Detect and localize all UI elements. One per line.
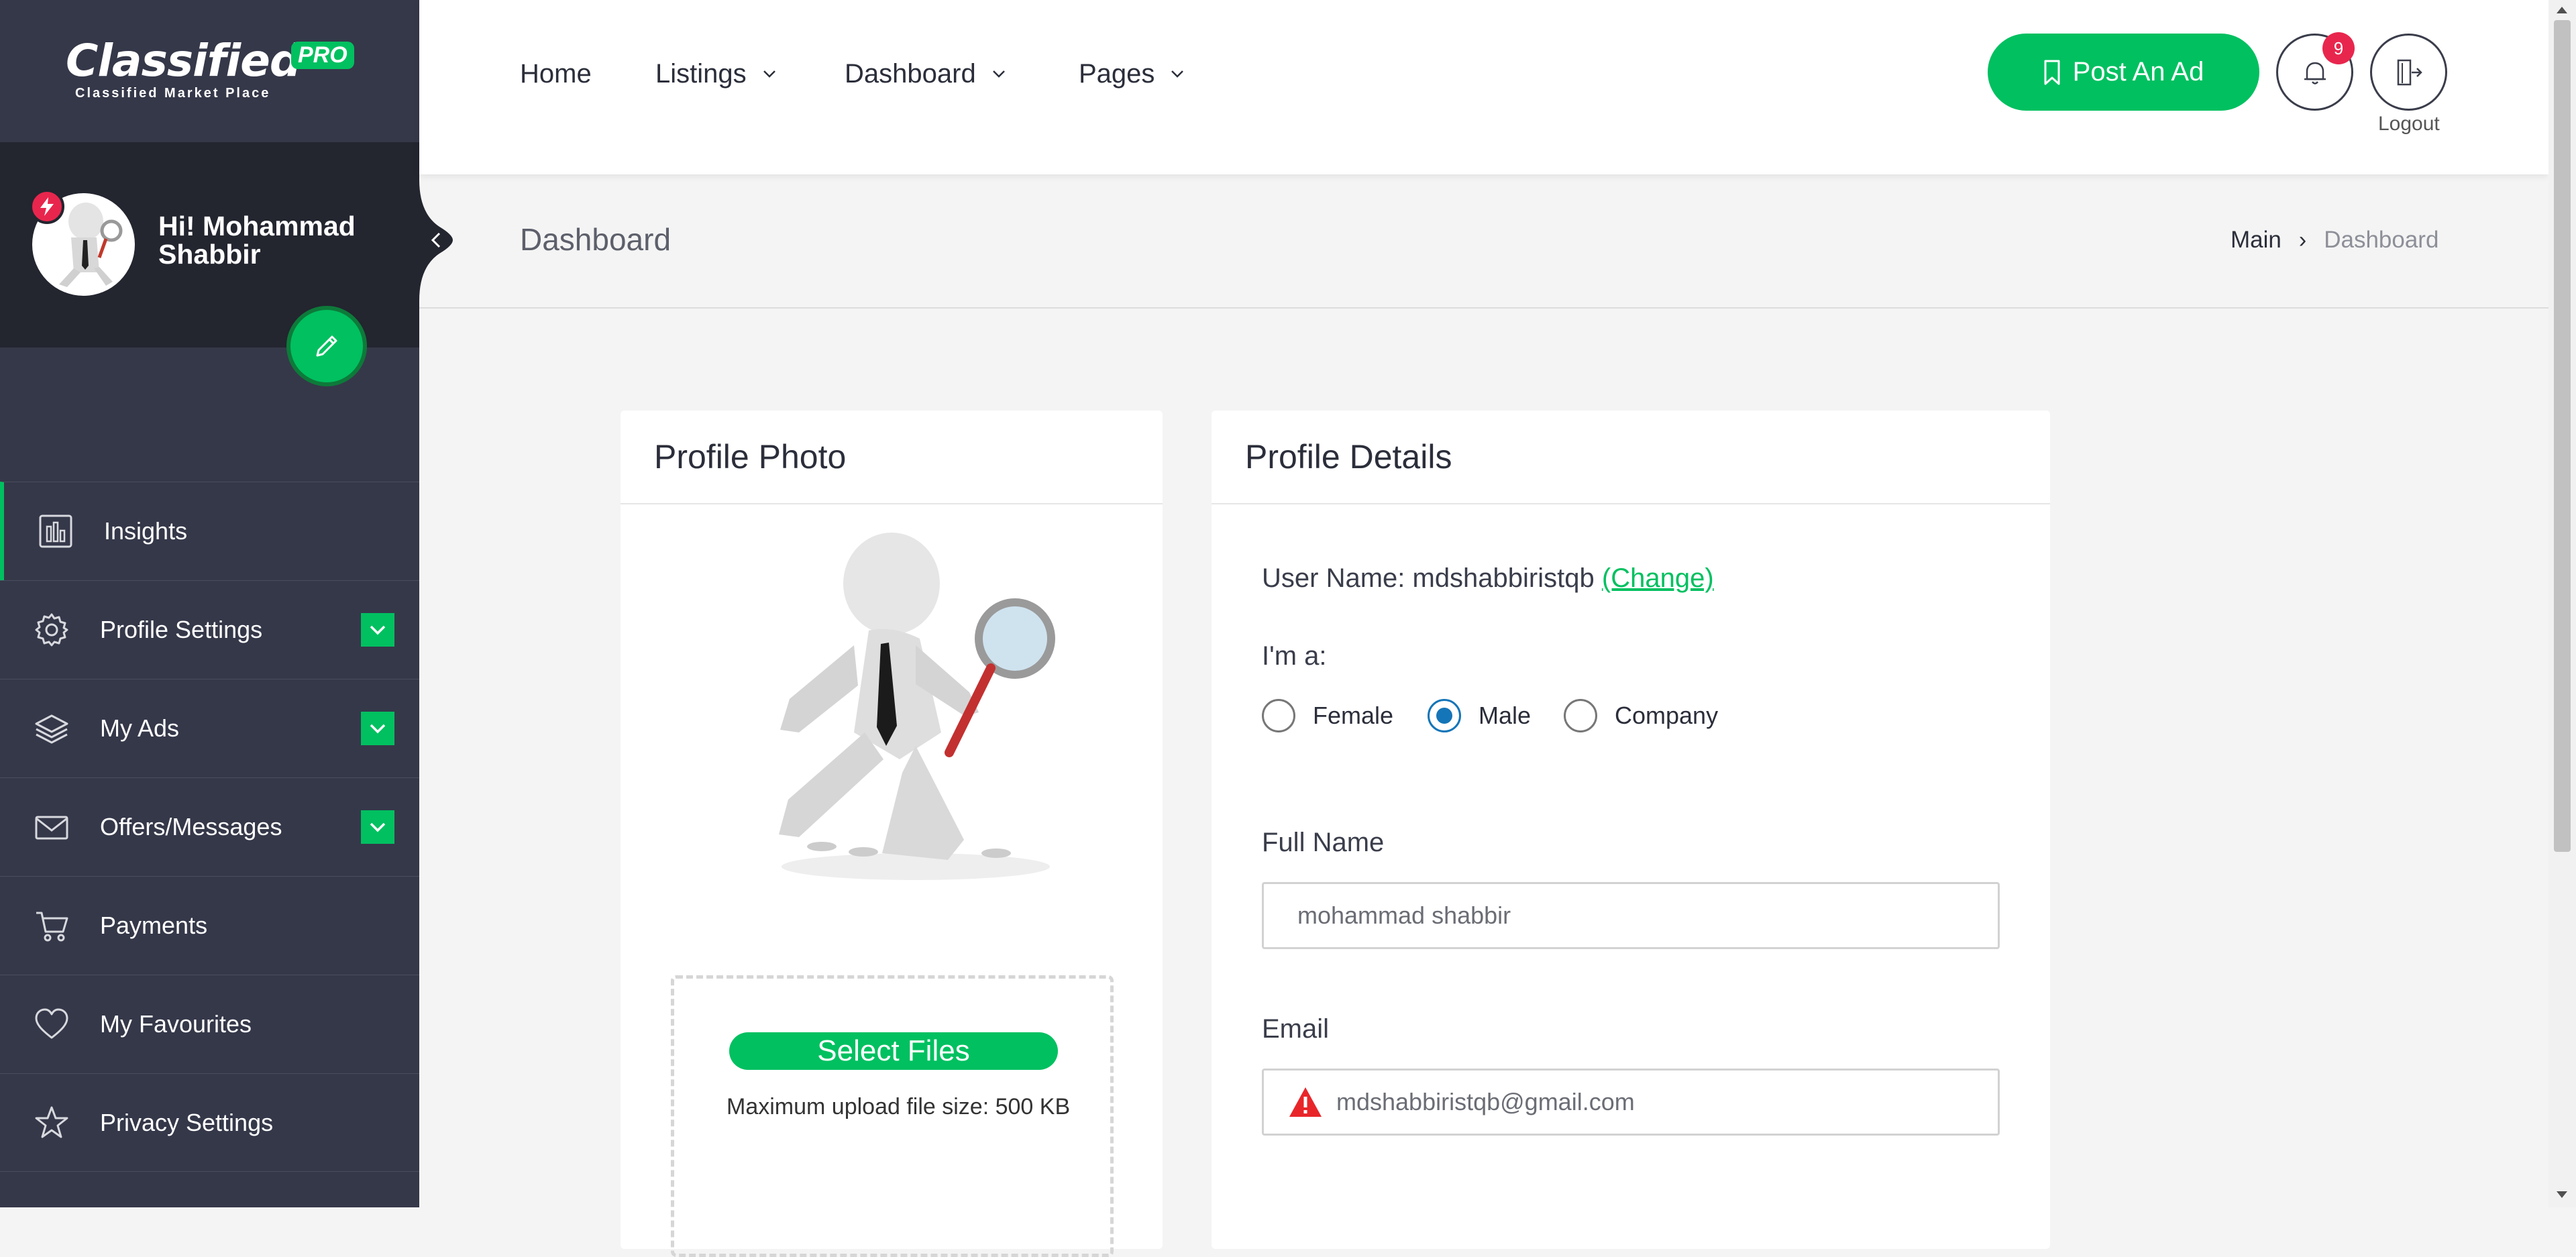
logout-label[interactable]: Logout	[2378, 113, 2440, 135]
radio-female[interactable]: Female	[1262, 699, 1393, 732]
chevron-down-icon	[763, 70, 775, 78]
email-label: Email	[1262, 1014, 1330, 1044]
page-title: Dashboard	[520, 222, 672, 257]
sidebar-item-label: Offers/Messages	[100, 813, 282, 840]
nav-listings[interactable]: Listings	[655, 54, 777, 94]
max-upload-size-text: Maximum upload file size: 500 KB	[727, 1094, 1071, 1119]
change-username-link[interactable]: (Change)	[1602, 563, 1714, 593]
nav-label: Dashboard	[845, 58, 976, 89]
fullname-input[interactable]: mohammad shabbir	[1262, 882, 2000, 949]
username-row: User Name: mdshabbiristqb (Change)	[1262, 563, 1714, 594]
scroll-up-arrow-icon[interactable]	[2557, 7, 2567, 13]
logo-wordmark: Classified	[66, 35, 301, 87]
sidebar-item-my-favourites[interactable]: My Favourites	[0, 975, 419, 1073]
sidebar-item-label: Privacy Settings	[100, 1108, 274, 1136]
page-scrollbar[interactable]	[2548, 0, 2576, 1207]
envelope-icon	[35, 816, 68, 840]
heart-icon	[35, 1008, 68, 1039]
logo-area: Classified PRO Classified Market Place	[0, 0, 419, 142]
warning-icon	[1289, 1087, 1322, 1117]
post-ad-label: Post An Ad	[2072, 57, 2204, 87]
layers-icon	[35, 714, 68, 744]
nav-label: Listings	[655, 58, 747, 89]
gear-icon	[35, 613, 68, 647]
lightning-icon	[30, 189, 64, 224]
sidebar-item-label: Insights	[104, 517, 188, 545]
cart-icon	[36, 912, 68, 942]
email-value: mdshabbiristqb@gmail.com	[1336, 1088, 1635, 1115]
logout-button[interactable]	[2370, 34, 2447, 111]
username-label: User Name: mdshabbiristqb	[1262, 563, 1595, 593]
nav-home[interactable]: Home	[520, 54, 592, 94]
page-header: Dashboard Main › Dashboard	[419, 174, 2548, 309]
profile-details-card: Profile Details User Name: mdshabbiristq…	[1212, 411, 2050, 1249]
sidebar-item-offers-messages[interactable]: Offers/Messages	[0, 777, 419, 876]
logo-pro-badge: PRO	[291, 42, 354, 70]
nav-label: Home	[520, 58, 592, 89]
email-input[interactable]: mdshabbiristqb@gmail.com	[1262, 1069, 2000, 1136]
chevron-down-icon	[1171, 70, 1184, 78]
file-dropzone[interactable]: Select Files Maximum upload file size: 5…	[671, 975, 1114, 1257]
logo-tagline: Classified Market Place	[75, 86, 271, 101]
radio-male[interactable]: Male	[1428, 699, 1531, 732]
logout-door-icon	[2397, 59, 2422, 85]
radio-label: Company	[1615, 702, 1719, 729]
chevron-down-icon	[370, 724, 386, 734]
breadcrumb-main-link[interactable]: Main	[2231, 227, 2282, 254]
profile-photo-image	[779, 533, 1055, 880]
profile-photo-card: Profile Photo Select Files Maximum uploa…	[621, 411, 1163, 1257]
sidebar-profile: Hi! Mohammad Shabbir	[0, 142, 419, 386]
profile-photo-title: Profile Photo	[621, 411, 1163, 504]
sidebar-item-label: Profile Settings	[100, 616, 263, 643]
user-greeting: Hi! Mohammad Shabbir	[158, 211, 356, 270]
breadcrumb-current: Dashboard	[2324, 227, 2439, 253]
star-icon	[35, 1106, 68, 1138]
sidebar-item-profile-settings[interactable]: Profile Settings	[0, 580, 419, 679]
sidebar-item-insights[interactable]: Insights	[0, 482, 419, 580]
breadcrumb: Main › Dashboard	[2231, 227, 2438, 254]
sidebar-item-label: My Favourites	[100, 1010, 252, 1038]
nav-label: Pages	[1079, 58, 1155, 89]
edit-profile-button[interactable]	[286, 306, 367, 386]
notification-count-badge: 9	[2322, 32, 2355, 64]
expand-toggle[interactable]	[361, 613, 394, 647]
nav-dashboard[interactable]: Dashboard	[845, 54, 1007, 94]
radio-label: Female	[1313, 702, 1394, 729]
brand-logo[interactable]: Classified PRO Classified Market Place	[66, 35, 354, 101]
radio-button[interactable]	[1262, 699, 1295, 732]
scroll-down-arrow-icon[interactable]	[2557, 1191, 2567, 1198]
sidebar-item-my-ads[interactable]: My Ads	[0, 679, 419, 777]
nav-pages[interactable]: Pages	[1079, 54, 1185, 94]
bar-chart-icon	[39, 514, 72, 548]
sidebar-item-label: My Ads	[100, 714, 180, 742]
bell-icon	[2304, 62, 2326, 85]
sidebar: Classified PRO Classified Market Place H…	[0, 0, 453, 1207]
top-header: Home Listings Dashboard Pages Post An Ad…	[419, 0, 2548, 174]
fullname-value: mohammad shabbir	[1297, 901, 1511, 929]
fullname-label: Full Name	[1262, 828, 1385, 857]
bookmark-icon	[2044, 60, 2060, 85]
radio-label: Male	[1479, 702, 1532, 729]
breadcrumb-separator: ›	[2298, 227, 2307, 253]
radio-button[interactable]	[1564, 699, 1597, 732]
post-ad-button[interactable]: Post An Ad	[1988, 34, 2259, 111]
chevron-down-icon	[992, 70, 1005, 78]
gender-label: I'm a:	[1262, 641, 1327, 671]
radio-company[interactable]: Company	[1564, 699, 1718, 732]
select-files-button[interactable]: Select Files	[729, 1032, 1058, 1070]
sidebar-item-payments[interactable]: Payments	[0, 876, 419, 975]
expand-toggle[interactable]	[361, 712, 394, 745]
scrollbar-thumb[interactable]	[2554, 20, 2571, 852]
radio-button-checked[interactable]	[1428, 699, 1461, 732]
chevron-down-icon	[370, 822, 386, 832]
profile-details-title: Profile Details	[1212, 411, 2050, 504]
radio-dot	[1436, 708, 1452, 724]
expand-toggle[interactable]	[361, 810, 394, 844]
pencil-icon	[316, 335, 337, 357]
sidebar-item-privacy-settings[interactable]: Privacy Settings	[0, 1073, 419, 1172]
sidebar-item-label: Payments	[100, 912, 208, 939]
chevron-down-icon	[370, 625, 386, 635]
sidebar-menu: Insights Profile Settings My Ads Offers/…	[0, 482, 419, 1172]
